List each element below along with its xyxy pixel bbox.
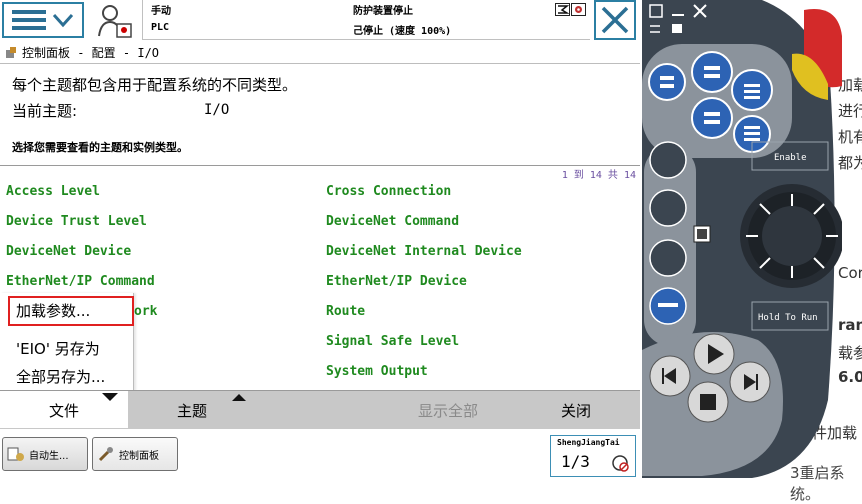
close-button[interactable]: 关闭 (512, 391, 640, 429)
theme-menu-label: 主题 (176, 401, 207, 420)
divider (0, 165, 640, 166)
status-bar[interactable]: 手动 PLC 防护装置停止 己停止 (速度 100%) (142, 0, 590, 40)
menu-item-save-eio-as[interactable]: 'EIO' 另存为 (16, 338, 100, 359)
close-label: 关闭 (560, 401, 591, 420)
taskbar-item-label: 控制面板 (119, 450, 159, 462)
intro-text: 每个主题都包含用于配置系统的不同类型。 (12, 76, 298, 94)
robot-name: ShengJiangTai (557, 438, 620, 447)
triangle-up-icon (232, 394, 246, 401)
show-all-label: 显示全部 (417, 401, 478, 420)
operating-mode: 手动 (151, 6, 171, 17)
type-item-access-level[interactable]: Access Level (6, 184, 100, 199)
triangle-down-icon (102, 393, 118, 401)
gear-status-icon (571, 3, 586, 16)
wrench-icon (98, 447, 113, 462)
taskbar-item-control-panel[interactable]: 控制面板 (92, 437, 178, 471)
close-window-button[interactable] (594, 0, 636, 40)
page-title: 控制面板 - 配置 - I/O (22, 46, 160, 60)
menu-item-load-parameters[interactable]: 加载参数... (16, 300, 90, 321)
taskbar: 自动生... 控制面板 ShengJiangTai 1/3 (0, 428, 640, 480)
current-theme-label: 当前主题: (12, 102, 78, 120)
menu-item-save-all-as[interactable]: 全部另存为... (16, 366, 105, 387)
file-popup-menu: 加载参数... 'EIO' 另存为 全部另存为... (0, 293, 134, 391)
run-status: 己停止 (速度 100%) (353, 26, 452, 37)
taskbar-item-label: 自动生... (29, 450, 69, 462)
taskbar-item-auto[interactable]: 自动生... (2, 437, 88, 471)
abb-menu-button[interactable] (2, 2, 84, 38)
type-item-network-partial[interactable]: ork (134, 304, 157, 319)
type-item-ethernetip-device[interactable]: EtherNet/IP Device (326, 274, 467, 289)
robot-fraction: 1/3 (561, 452, 590, 471)
page-count: 1 到 14 共 14 (561, 170, 636, 181)
type-item-signal-safe-level[interactable]: Signal Safe Level (326, 334, 459, 349)
type-item-devicenet-command[interactable]: DeviceNet Command (326, 214, 459, 229)
type-item-route[interactable]: Route (326, 304, 365, 319)
hamburger-icon (12, 10, 46, 30)
show-all-button[interactable]: 显示全部 (384, 391, 512, 429)
breadcrumb: 控制面板 - 配置 - I/O (0, 42, 640, 64)
close-icon (601, 6, 629, 34)
type-item-ethernetip-command[interactable]: EtherNet/IP Command (6, 274, 155, 289)
type-item-device-trust-level[interactable]: Device Trust Level (6, 214, 147, 229)
current-theme-value: I/O (204, 102, 230, 118)
program-icon (7, 447, 24, 461)
header-bar: 手动 PLC 防护装置停止 己停止 (速度 100%) (0, 0, 640, 42)
control-panel-icon (6, 46, 16, 58)
robot-unit-indicator[interactable]: ShengJiangTai 1/3 (550, 435, 636, 477)
type-item-devicenet-device[interactable]: DeviceNet Device (6, 244, 131, 259)
program-status-icon (555, 3, 570, 16)
type-item-system-output[interactable]: System Output (326, 364, 428, 379)
type-item-cross-connection[interactable]: Cross Connection (326, 184, 451, 199)
controller-name: PLC (151, 22, 170, 33)
enable-label: Enable (774, 153, 807, 163)
type-item-devicenet-internal-device[interactable]: DeviceNet Internal Device (326, 244, 522, 259)
hold-to-run-label: Hold To Run (758, 313, 818, 323)
guard-status: 防护装置停止 (353, 6, 413, 17)
chevron-down-icon (52, 13, 74, 28)
user-icon[interactable] (96, 2, 134, 40)
flexpendant-device: Enable Hold To Run (642, 0, 844, 480)
file-menu-label: 文件 (48, 401, 79, 420)
command-bar: 文件 主题 显示全部 关闭 (0, 390, 640, 429)
coordinate-icon (612, 455, 629, 472)
instruction-text: 选择您需要查看的主题和实例类型。 (12, 141, 188, 154)
